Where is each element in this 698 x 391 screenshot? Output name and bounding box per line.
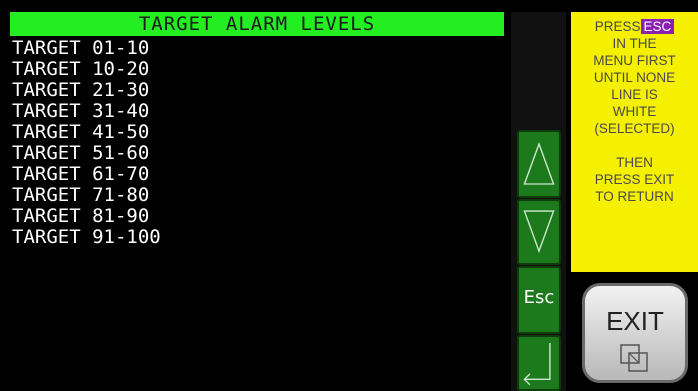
target-list-item[interactable]: TARGET 51-60 [10,143,161,164]
help-line-9: PRESS EXIT [594,172,675,187]
scroll-down-button[interactable] [517,199,561,265]
exit-button[interactable]: EXIT [582,283,688,383]
target-list-item[interactable]: TARGET 41-50 [10,122,161,143]
esc-button[interactable]: Esc [517,266,561,334]
help-instructions: PRESS ESC IN THE MENU FIRST UNTIL NONE LI… [571,12,698,272]
triangle-down-icon [523,210,555,254]
navigation-column: Esc [511,12,566,391]
target-list-item[interactable]: TARGET 01-10 [10,38,161,59]
target-list: TARGET 01-10 TARGET 10-20 TARGET 21-30 TARG… [10,38,161,248]
target-list-item[interactable]: TARGET 81-90 [10,206,161,227]
alarm-levels-screen: TARGET ALARM LEVELS TARGET 01-10 TARGET 1… [0,0,698,391]
esc-key-badge: ESC [640,19,675,34]
panel-title: TARGET ALARM LEVELS [10,12,504,36]
target-list-item[interactable]: TARGET 31-40 [10,101,161,122]
target-list-item[interactable]: TARGET 91-100 [10,227,161,248]
triangle-up-icon [523,142,555,185]
scroll-up-button[interactable] [517,130,561,198]
help-line-8: THEN [616,155,653,170]
help-line-10: TO RETURN [595,189,674,204]
help-line-2: IN THE [612,36,657,51]
help-line-4: UNTIL NONE [593,70,676,85]
help-line-1: PRESS ESC [571,18,698,35]
help-spacer [571,137,698,154]
target-list-panel: TARGET ALARM LEVELS TARGET 01-10 TARGET 1… [10,12,504,377]
target-list-item[interactable]: TARGET 61-70 [10,164,161,185]
esc-button-label: Esc [523,287,555,308]
target-list-item[interactable]: TARGET 21-30 [10,80,161,101]
help-line-5: LINE IS [611,87,658,102]
enter-button[interactable] [517,335,561,391]
target-list-item[interactable]: TARGET 71-80 [10,185,161,206]
exit-window-icon [620,344,648,372]
help-line-3: MENU FIRST [593,53,676,68]
exit-button-label: EXIT [606,306,664,336]
enter-arrow-icon [523,343,551,386]
help-line-7: (SELECTED) [594,121,675,136]
target-list-item[interactable]: TARGET 10-20 [10,59,161,80]
help-press-text: PRESS [594,19,641,34]
help-line-6: WHITE [612,104,657,119]
